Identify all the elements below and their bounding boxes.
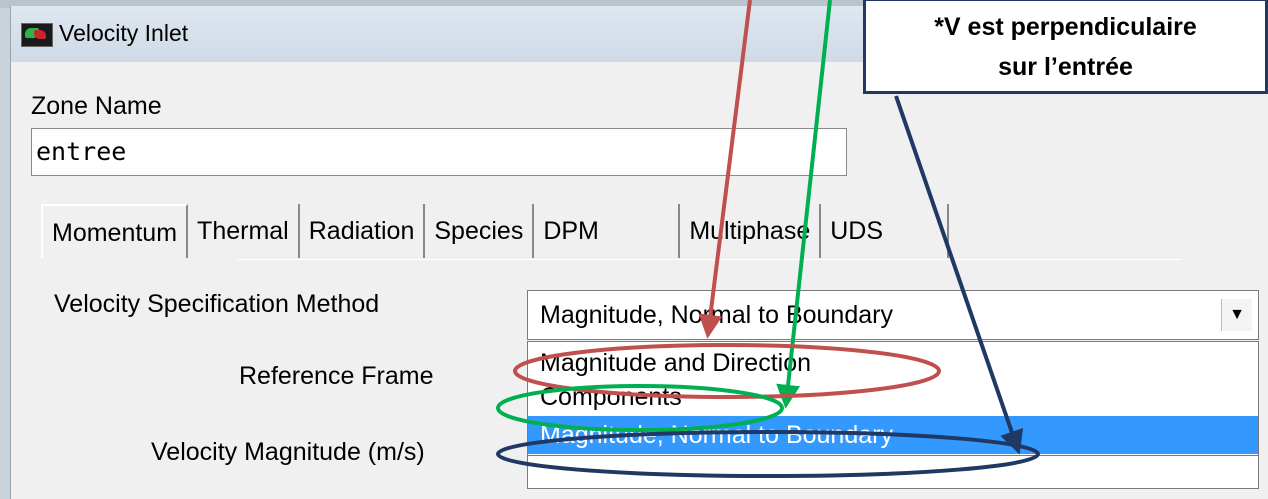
tab-dpm[interactable]: DPM [534, 204, 681, 258]
option-components[interactable]: Components [528, 380, 1258, 414]
window-title: Velocity Inlet [59, 20, 189, 46]
tab-momentum[interactable]: Momentum [41, 204, 189, 258]
velocity-spec-dropdown-list: Magnitude and Direction Components Magni… [527, 341, 1259, 456]
velocity-magnitude-field[interactable] [527, 455, 1259, 489]
chevron-down-icon[interactable]: ▼ [1221, 299, 1252, 331]
velocity-spec-value: Magnitude, Normal to Boundary [540, 301, 893, 329]
tab-bar: Momentum Thermal Radiation Species DPM M… [41, 204, 950, 260]
velocity-spec-label: Velocity Specification Method [54, 290, 380, 318]
tab-uds[interactable]: UDS [821, 204, 950, 258]
annotation-line-2: sur l’entrée [998, 53, 1133, 81]
tab-radiation[interactable]: Radiation [299, 204, 426, 258]
velocity-spec-select[interactable]: Magnitude, Normal to Boundary ▼ [527, 290, 1259, 340]
option-magnitude-normal-to-boundary[interactable]: Magnitude, Normal to Boundary [528, 416, 1258, 454]
option-magnitude-and-direction[interactable]: Magnitude and Direction [528, 346, 1258, 380]
reference-frame-label: Reference Frame [239, 362, 434, 390]
tab-thermal[interactable]: Thermal [188, 204, 300, 258]
tab-underline [237, 259, 1181, 260]
annotation-callout: *V est perpendiculaire sur l’entrée [863, 0, 1268, 94]
zone-name-label: Zone Name [31, 92, 162, 120]
tab-multiphase[interactable]: Multiphase [680, 204, 822, 258]
dialog-body: Zone Name entree Momentum Thermal Radiat… [11, 62, 1268, 499]
velocity-magnitude-label: Velocity Magnitude (m/s) [151, 438, 425, 466]
zone-name-input[interactable]: entree [31, 128, 847, 176]
tab-species[interactable]: Species [425, 204, 535, 258]
fluent-app-icon [21, 23, 53, 47]
annotation-line-1: *V est perpendiculaire [934, 13, 1197, 41]
